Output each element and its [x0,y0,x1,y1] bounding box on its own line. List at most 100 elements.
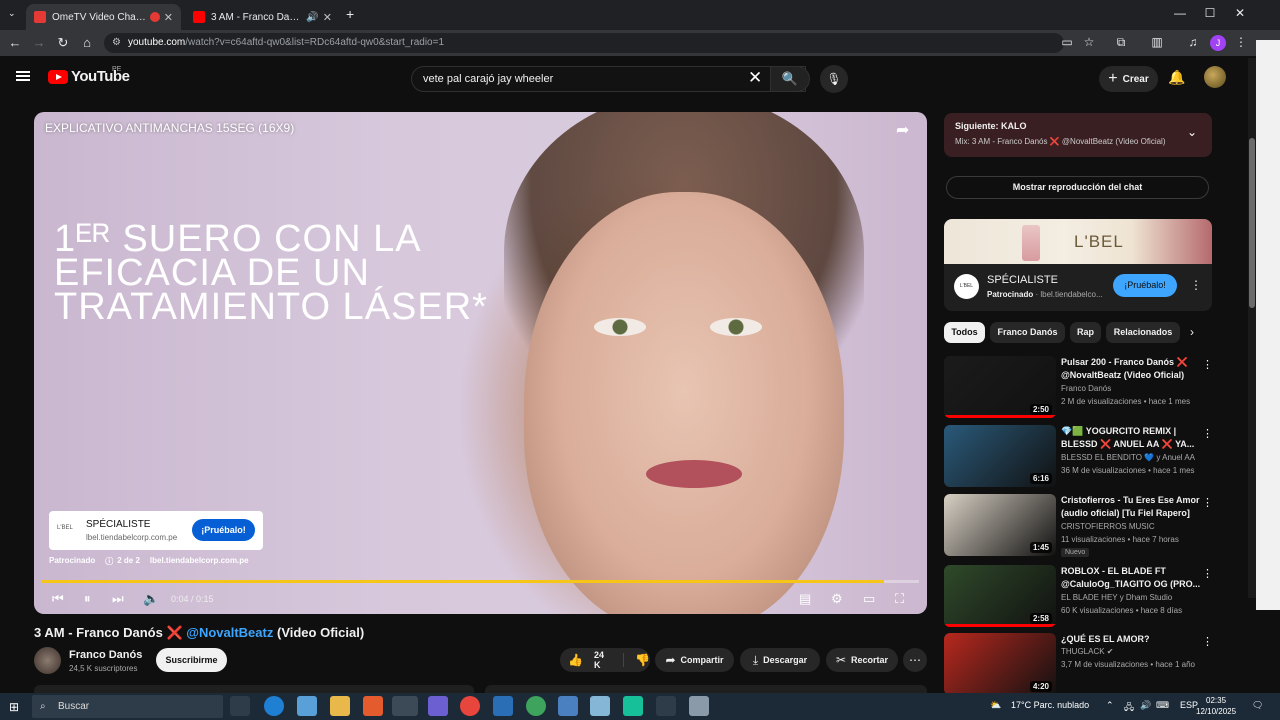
close-window-icon[interactable]: ✕ [1225,6,1255,20]
next-icon[interactable]: ⏭ [112,591,124,607]
try-it-button[interactable]: ¡Pruébalo! [192,519,255,541]
channel-name[interactable]: Franco Danós [69,649,142,661]
recommendation-item[interactable]: 1:45 Cristofierros - Tu Eres Ese Amor (au… [944,494,1214,558]
edge-icon[interactable] [264,696,284,716]
progress-bar[interactable] [42,580,919,583]
video-title[interactable]: 💎🟩 YOGURCITO REMIX | BLESSD ❌ ANUEL AA ❌… [1061,425,1201,451]
recommendation-item[interactable]: 6:16 💎🟩 YOGURCITO REMIX | BLESSD ❌ ANUEL … [944,425,1214,489]
speaker-icon[interactable]: 🔊 [1140,700,1151,711]
channel-name[interactable]: THUGLACK ✔ [1061,647,1114,656]
video-thumbnail[interactable]: 6:16 [944,425,1056,487]
app-icon[interactable] [656,696,676,716]
keyboard-icon[interactable]: ⌨ [1156,700,1169,711]
theater-mode-icon[interactable]: ▭ [863,591,875,607]
more-vertical-icon[interactable]: ⋮ [1202,358,1213,371]
account-avatar[interactable] [1204,66,1226,88]
browser-menu-icon[interactable]: ⋮ [1232,35,1250,49]
weather-text[interactable]: 17°C Parc. nublado [1011,700,1089,710]
reload-icon[interactable]: ↻ [54,35,72,51]
chip-rap[interactable]: Rap [1070,322,1101,343]
youtube-logo[interactable]: YouTube PE [48,66,130,85]
chrome-icon[interactable] [460,696,480,716]
previous-icon[interactable]: ⏮ [52,591,64,607]
video-thumbnail[interactable]: 1:45 [944,494,1056,556]
maximize-icon[interactable]: ☐ [1195,6,1225,20]
page-scrollbar[interactable] [1248,58,1256,598]
subtitles-icon[interactable]: ▤ [799,591,811,607]
channel-name[interactable]: EL BLADE HEY y Dham Studio [1061,593,1172,602]
chip-franco-danos[interactable]: Franco Danós [990,322,1065,343]
close-tab-icon[interactable]: ✕ [323,11,332,24]
chrome-active-icon[interactable] [392,696,418,716]
more-vertical-icon[interactable]: ⋮ [1202,427,1213,440]
video-title[interactable]: ROBLOX - EL BLADE FT @CaluloOg_TIAGITO O… [1061,565,1201,591]
windows-start-icon[interactable]: ⊞ [9,700,19,714]
download-button[interactable]: ⤓ Descargar [740,648,820,672]
recommendation-item[interactable]: 4:20 ¿QUÉ ES EL AMOR? THUGLACK ✔ 3,7 M de v… [944,633,1214,697]
app-icon[interactable] [623,696,643,716]
app-icon[interactable] [297,696,317,716]
clock[interactable]: 02:35 12/10/2025 [1196,695,1236,717]
app-icon[interactable] [493,696,513,716]
network-icon[interactable]: 🖧 [1124,700,1134,716]
chrome-profile-icon[interactable] [526,696,546,716]
chip-all[interactable]: Todos [944,322,985,343]
bookmark-star-icon[interactable]: ☆ [1080,35,1098,49]
ad-overlay-card[interactable]: L'BEL SPÉCIALISTE lbel.tiendabelcorp.com… [49,511,263,550]
video-thumbnail[interactable]: 2:58 [944,565,1056,627]
subscribe-button[interactable]: Suscribirme [156,648,227,672]
side-panel-icon[interactable]: ▥ [1148,35,1166,49]
brave-icon[interactable] [363,696,383,716]
voice-search-button[interactable]: 🎙 [820,65,848,93]
clear-search-icon[interactable]: ✕ [748,68,762,88]
channel-name[interactable]: CRISTOFIERROS MUSIC [1061,522,1155,531]
file-explorer-icon[interactable] [330,696,350,716]
address-bar[interactable]: ⚙ youtube.com/watch?v=c64aftd-qw0&list=R… [104,33,1064,53]
mention-link[interactable]: @NovaltBeatz [186,625,273,640]
app-icon[interactable] [428,696,448,716]
like-count[interactable]: 24 K [594,650,609,670]
video-player[interactable]: EXPLICATIVO ANTIMANCHAS 15SEG (16X9) ➦ 1… [34,112,927,614]
back-icon[interactable]: ← [6,35,24,50]
more-vertical-icon[interactable]: ⋮ [1202,567,1213,580]
video-thumbnail[interactable]: 4:20 [944,633,1056,695]
clip-button[interactable]: ✂ Recortar [826,648,898,672]
thumbs-down-icon[interactable]: 👎 [635,653,650,667]
show-chat-replay-button[interactable]: Mostrar reproducción del chat [946,176,1209,199]
forward-icon[interactable]: → [30,35,48,50]
browser-tab-ometv[interactable]: OmeTV Video Chat — Ome ✕ [26,4,181,30]
notifications-bell-icon[interactable]: 🔔 [1168,69,1185,86]
ad-video-title[interactable]: EXPLICATIVO ANTIMANCHAS 15SEG (16X9) [45,121,294,135]
search-input[interactable]: vete pal carajó jay wheeler [411,66,806,92]
notifications-icon[interactable]: 🗨 [1252,700,1263,711]
cast-icon[interactable]: ▭ [1058,35,1076,49]
tab-list-icon[interactable]: ⌄ [8,8,16,19]
channel-name[interactable]: Franco Danós [1061,384,1111,393]
chevron-up-icon[interactable]: ⌃ [1106,700,1114,711]
site-info-icon[interactable]: ⚙ [112,33,121,53]
share-button[interactable]: ➦ Compartir [655,648,734,672]
minimize-icon[interactable]: — [1165,6,1195,20]
recommendation-item[interactable]: 2:58 ROBLOX - EL BLADE FT @CaluloOg_TIAGI… [944,565,1214,629]
home-icon[interactable]: ⌂ [78,35,96,50]
app-icon[interactable] [590,696,610,716]
chip-related[interactable]: Relacionados [1106,322,1180,343]
chevron-right-icon[interactable]: › [1190,325,1194,339]
task-view-icon[interactable] [230,696,250,716]
app-icon[interactable] [689,696,709,716]
browser-tab-youtube[interactable]: 3 AM - Franco Danós 🔊 ✕ [185,4,340,30]
settings-gear-icon[interactable]: ⚙ [831,591,843,607]
profile-avatar[interactable]: J [1210,35,1226,51]
search-button[interactable]: 🔍 [770,66,810,92]
hamburger-menu-icon[interactable] [16,71,30,81]
channel-avatar[interactable] [34,647,61,674]
recommendation-item[interactable]: 2:50 Pulsar 200 - Franco Danós ❌ @NovaltB… [944,356,1214,420]
more-vertical-icon[interactable]: ⋮ [1202,496,1213,509]
playlist-next-panel[interactable]: Siguiente: KALO Mix: 3 AM - Franco Danós… [944,113,1212,157]
video-thumbnail[interactable]: 2:50 [944,356,1056,418]
share-arrow-icon[interactable]: ➦ [896,120,909,140]
try-it-button[interactable]: ¡Pruébalo! [1113,274,1177,297]
video-title[interactable]: ¿QUÉ ES EL AMOR? [1061,633,1201,646]
ad-info-icon[interactable]: ⓘ [105,556,113,567]
sidebar-ad-info[interactable]: L'BEL SPÉCIALISTE Patrocinado · lbel.tie… [944,264,1212,311]
